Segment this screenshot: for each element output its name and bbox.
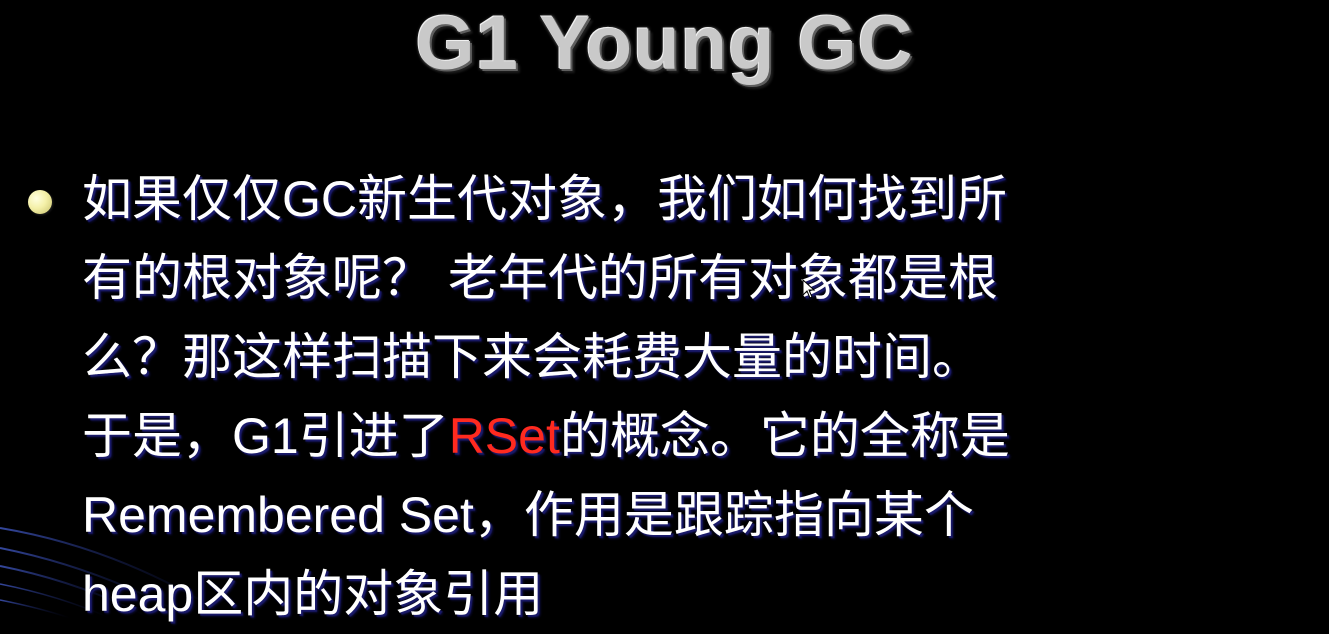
bullet-line-4: 于是，G1引进了RSet的概念。它的全称是 xyxy=(82,397,1302,476)
bullet-dot-icon xyxy=(28,190,52,214)
bullet-line-3: 么？那这样扫描下来会耗费大量的时间。 xyxy=(82,328,982,386)
text-run-gc: GC xyxy=(282,171,357,227)
text-run-g1: G1 xyxy=(232,408,299,464)
text-run: 于是， xyxy=(82,407,232,465)
rset-highlight: RSet xyxy=(448,408,560,464)
text-run: 如果仅仅 xyxy=(82,170,282,228)
text-run: 新生代对象，我们如何找到所 xyxy=(357,170,1007,228)
bullet-text: 如果仅仅GC新生代对象，我们如何找到所 有的根对象呢？ 老年代的所有对象都是根 … xyxy=(82,160,1302,634)
text-run: 区内的对象引用 xyxy=(193,565,544,623)
slide-title: G1 Young GC xyxy=(415,1,914,86)
text-run-remembered-set: Remembered Set xyxy=(82,487,474,543)
bullet-line-1: 如果仅仅GC新生代对象，我们如何找到所 xyxy=(82,160,1302,239)
bullet-line-2: 有的根对象呢？ 老年代的所有对象都是根 xyxy=(82,249,998,307)
text-run: 的概念。它的全称是 xyxy=(559,407,1010,465)
mouse-cursor-icon xyxy=(802,279,816,299)
bullet-line-6: heap区内的对象引用 xyxy=(82,555,1302,634)
text-run-heap: heap xyxy=(82,566,194,622)
text-run: ，作用是跟踪指向某个 xyxy=(473,486,974,544)
bullet-line-5: Remembered Set，作用是跟踪指向某个 xyxy=(82,476,1302,555)
text-run: 引进了 xyxy=(298,407,449,465)
